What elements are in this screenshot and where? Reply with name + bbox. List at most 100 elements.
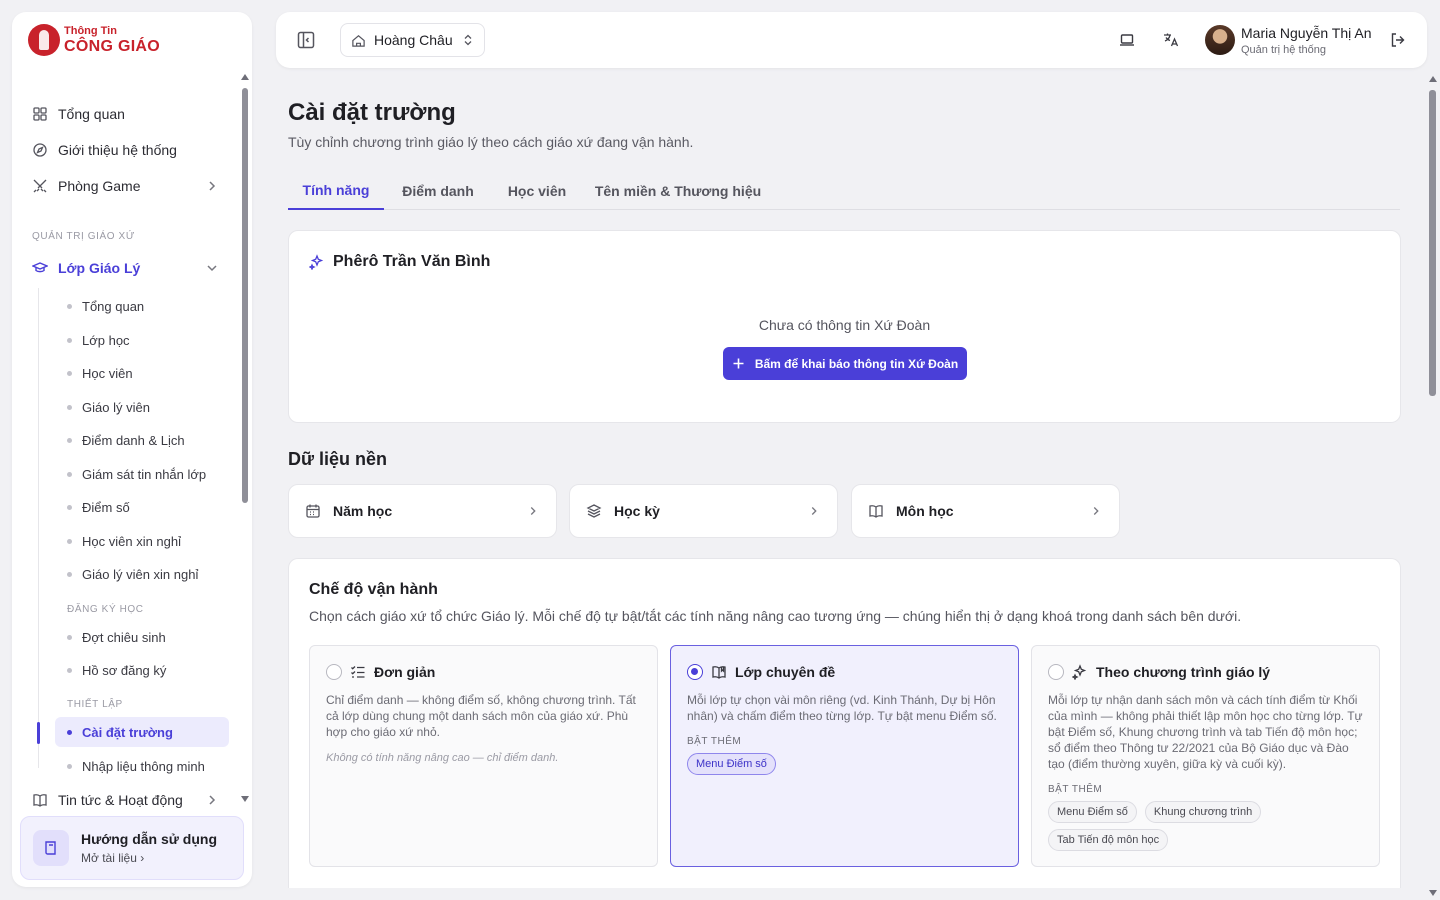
sidebar-nav: Tổng quan Giới thiệu hệ thống Phòng Game… [12,84,240,814]
subject-card[interactable]: Môn học [851,484,1120,538]
operation-mode-card: Chế độ vận hành Chọn cách giáo xứ tổ chứ… [288,558,1401,888]
scroll-down-icon[interactable] [241,796,249,802]
user-name: Maria Nguyễn Thị An [1241,25,1372,41]
sidebar-item-news[interactable]: Tin tức & Hoạt động [32,788,220,812]
school-year-card[interactable]: Năm học [288,484,557,538]
semester-label: Học kỳ [614,503,660,519]
user-role: Quản trị hệ thống [1241,44,1327,56]
parish-select[interactable]: Hoàng Châu [340,23,485,57]
mode-option-simple[interactable]: Đơn giản Chỉ điểm danh — không điểm số, … [309,645,658,867]
bullet-icon [67,504,72,510]
sidebar-item-overview[interactable]: Tổng quan [32,102,220,126]
guide-link-label: Mở tài liệu [81,851,137,865]
tab-attendance[interactable]: Điểm danh [392,172,484,210]
brand-line-2: CÔNG GIÁO [64,37,161,55]
sub-item-scores[interactable]: Điểm số [55,492,229,522]
plus-icon [733,358,744,369]
extra-features-label: BẬT THÊM [687,736,742,747]
section-label-setup: THIẾT LẬP [67,699,123,710]
scrollbar-thumb[interactable] [1429,90,1436,396]
sub-item-classes[interactable]: Lớp học [55,325,229,355]
sub-item-enroll-records[interactable]: Hồ sơ đăng ký [55,655,229,685]
logout-icon[interactable] [1389,31,1407,49]
mode-option-curriculum[interactable]: Theo chương trình giáo lý Mỗi lớp tự nhậ… [1031,645,1380,867]
feature-chip: Khung chương trình [1144,801,1262,823]
feature-chip: Tab Tiến độ môn học [1048,829,1169,851]
scrollbar-thumb[interactable] [242,88,248,503]
bullet-icon [67,729,72,735]
translate-icon[interactable] [1162,31,1180,49]
logo-mark-icon [28,24,60,56]
guide-open-link[interactable]: Mở tài liệu › [81,851,217,865]
sub-item-label: Nhập liệu thông minh [82,758,205,774]
tab-domain-branding[interactable]: Tên miền & Thương hiệu [588,172,768,210]
active-indicator [37,722,40,744]
chevron-right-icon [811,507,817,515]
avatar[interactable] [1205,25,1235,55]
sub-item-enroll-rounds[interactable]: Đợt chiêu sinh [55,622,229,652]
scroll-up-icon[interactable] [241,74,249,80]
chevron-right-icon: › [140,851,145,865]
user-guide-card[interactable]: Hướng dẫn sử dụng Mở tài liệu › [20,816,244,880]
sub-item-catechist-leave[interactable]: Giáo lý viên xin nghỉ [55,559,229,589]
sidebar-item-intro[interactable]: Giới thiệu hệ thống [32,138,220,162]
xu-doan-title-text: Phêrô Trần Văn Bình [333,253,491,270]
sub-item-catechists[interactable]: Giáo lý viên [55,392,229,422]
sub-item-student-leave[interactable]: Học viên xin nghỉ [55,526,229,556]
laptop-icon[interactable] [1118,31,1136,49]
sidebar-item-catechism-class[interactable]: Lớp Giáo Lý [32,256,220,280]
mode-option-note: Không có tính năng nâng cao — chỉ điểm d… [326,752,559,764]
tab-students[interactable]: Học viên [494,172,580,210]
mode-radio-curriculum[interactable] [1048,664,1064,680]
brand-line-1: Thông Tin [64,24,117,37]
sub-item-overview[interactable]: Tổng quan [55,291,229,321]
sidebar-item-label: Tin tức & Hoạt động [58,792,183,808]
section-label-parish-admin: QUẢN TRỊ GIÁO XỨ [32,231,135,242]
sub-item-label: Giáo lý viên [82,399,150,415]
bullet-icon [67,437,72,443]
scroll-down-icon[interactable] [1429,890,1437,896]
mode-option-title: Lớp chuyên đề [735,664,836,680]
bullet-icon [67,571,72,577]
semester-card[interactable]: Học kỳ [569,484,838,538]
main-scrollbar[interactable] [1428,72,1438,900]
bullet-icon [67,337,72,343]
bullet-icon [67,538,72,544]
sub-item-label: Giám sát tin nhắn lớp [82,466,207,482]
tab-features[interactable]: Tính năng [288,172,384,210]
operation-mode-description: Chọn cách giáo xứ tổ chức Giáo lý. Mỗi c… [309,608,1242,624]
operation-mode-title: Chế độ vận hành [309,581,438,598]
scroll-up-icon[interactable] [1429,76,1437,82]
sub-item-message-monitor[interactable]: Giám sát tin nhắn lớp [55,459,229,489]
sidebar: Thông Tin CÔNG GIÁO Tổng quan Giới thiệu… [12,12,252,887]
bullet-icon [67,404,72,410]
subject-label: Môn học [896,503,954,519]
bullet-icon [67,667,72,673]
xu-doan-title: Phêrô Trần Văn Bình [309,253,490,271]
sub-item-attendance[interactable]: Điểm danh & Lịch [55,425,229,455]
sidebar-item-game-room[interactable]: Phòng Game [32,174,220,198]
mode-radio-topic-class[interactable] [687,664,703,680]
sub-item-students[interactable]: Học viên [55,358,229,388]
bullet-icon [67,634,72,640]
sparkles-icon [1072,664,1087,680]
guide-book-icon [33,830,69,866]
sub-item-smart-import[interactable]: Nhập liệu thông minh [55,751,229,781]
feature-chip: Menu Điểm số [687,753,776,775]
sub-item-label: Đợt chiêu sinh [82,629,166,645]
declare-xu-doan-button[interactable]: Bấm để khai báo thông tin Xứ Đoàn [723,347,967,380]
brand-logo[interactable]: Thông Tin CÔNG GIÁO [28,24,160,56]
swords-icon [33,179,47,193]
settings-tabs: Tính năng Điểm danh Học viên Tên miền & … [288,172,1400,210]
mode-radio-simple[interactable] [326,664,342,680]
bullet-icon [67,471,72,477]
sidebar-toggle-icon[interactable] [296,30,316,50]
guide-title: Hướng dẫn sử dụng [81,831,217,847]
sidebar-item-label: Phòng Game [58,178,141,194]
xu-doan-empty-text: Chưa có thông tin Xứ Đoàn [758,317,931,333]
sub-item-school-settings[interactable]: Cài đặt trường [55,717,229,747]
sidebar-scrollbar[interactable] [241,74,249,804]
mode-option-topic-class[interactable]: Lớp chuyên đề Mỗi lớp tự chọn vài môn ri… [670,645,1019,867]
page-description: Tùy chỉnh chương trình giáo lý theo cách… [288,134,694,150]
mode-option-desc: Chỉ điểm danh — không điểm số, không chư… [326,693,636,739]
